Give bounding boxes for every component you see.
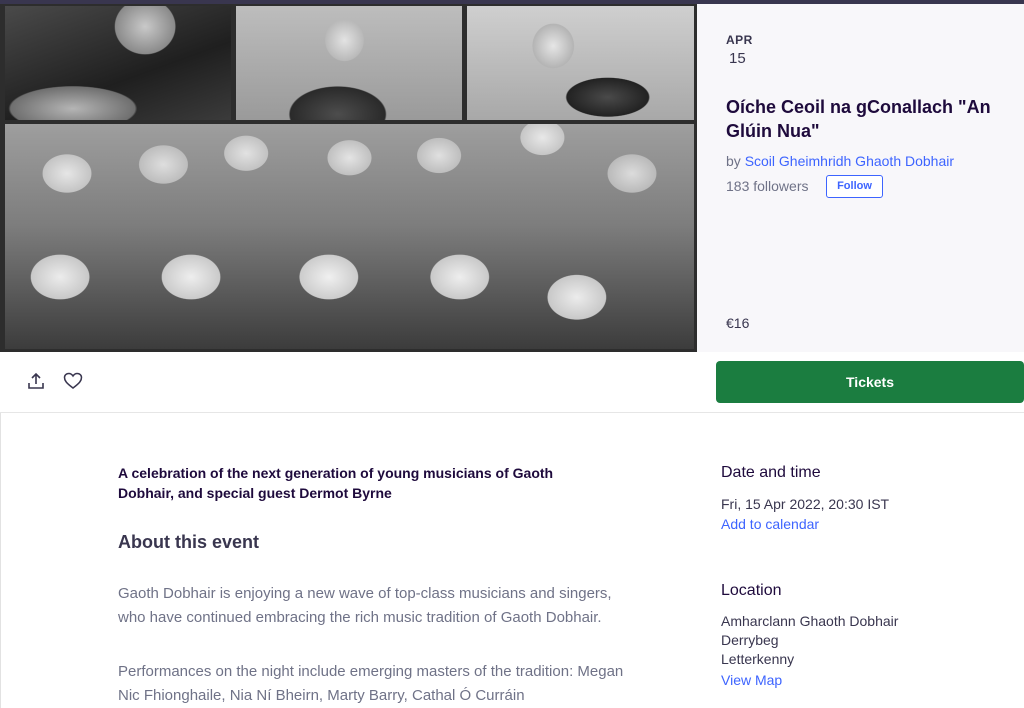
date-time-heading: Date and time xyxy=(721,464,821,481)
photo-fiddle-player xyxy=(467,6,694,120)
share-button[interactable] xyxy=(24,369,48,393)
photo-group-musicians xyxy=(5,124,694,349)
heart-icon xyxy=(63,372,83,389)
event-summary: A celebration of the next generation of … xyxy=(118,465,554,501)
event-header-panel: APR 15 Oíche Ceoil na gConallach "An Glú… xyxy=(697,4,1024,352)
location-area: Derrybeg xyxy=(721,632,779,648)
organizer-prefix: by xyxy=(726,153,745,169)
event-date-month: APR xyxy=(726,33,753,47)
photo-guitarist-smiling xyxy=(236,6,462,120)
event-hero: APR 15 Oíche Ceoil na gConallach "An Glú… xyxy=(0,4,1024,352)
about-paragraph-1: Gaoth Dobhair is enjoying a new wave of … xyxy=(118,585,612,626)
follow-button[interactable]: Follow xyxy=(826,175,883,198)
event-date-day: 15 xyxy=(729,50,746,67)
event-title: Oíche Ceoil na gConallach "An Glúin Nua" xyxy=(726,97,991,141)
share-icon xyxy=(28,372,44,389)
location-venue: Amharclann Ghaoth Dobhair xyxy=(721,613,899,629)
view-map-link[interactable]: View Map xyxy=(721,670,1001,690)
organizer-line: by Scoil Gheimhridh Ghaoth Dobhair xyxy=(726,153,954,169)
date-time-value: Fri, 15 Apr 2022, 20:30 IST xyxy=(721,496,890,512)
location-town: Letterkenny xyxy=(721,651,795,667)
location-heading: Location xyxy=(721,582,782,599)
action-bar: Tickets xyxy=(0,352,1024,413)
content-left-border xyxy=(0,413,1,708)
about-paragraph-2: Performances on the night include emergi… xyxy=(118,663,624,704)
photo-guitarist-glasses xyxy=(5,6,231,120)
like-button[interactable] xyxy=(61,369,85,393)
event-photo-collage xyxy=(0,4,697,352)
tickets-button[interactable]: Tickets xyxy=(716,361,1024,403)
followers-count: 183 followers xyxy=(726,178,809,194)
organizer-link[interactable]: Scoil Gheimhridh Ghaoth Dobhair xyxy=(745,153,954,169)
about-heading: About this event xyxy=(118,532,260,552)
add-to-calendar-link[interactable]: Add to calendar xyxy=(721,514,1001,534)
event-price: €16 xyxy=(726,315,750,331)
